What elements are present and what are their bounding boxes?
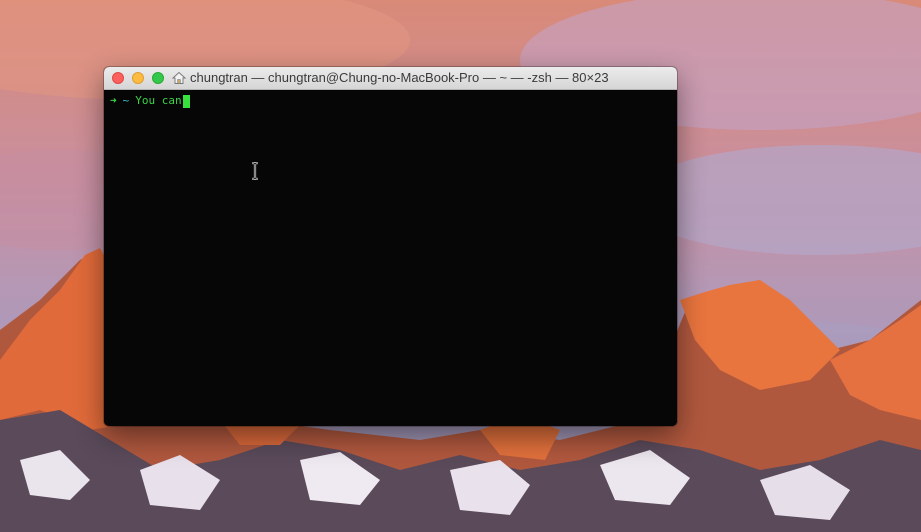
prompt-line: ➜ ~ You can xyxy=(110,94,671,108)
window-title-text: chungtran — chungtran@Chung-no-MacBook-P… xyxy=(190,70,609,85)
minimize-button[interactable] xyxy=(132,72,144,84)
window-title: chungtran — chungtran@Chung-no-MacBook-P… xyxy=(172,70,671,85)
desktop: chungtran — chungtran@Chung-no-MacBook-P… xyxy=(0,0,921,532)
title-bar[interactable]: chungtran — chungtran@Chung-no-MacBook-P… xyxy=(104,67,677,90)
terminal-window[interactable]: chungtran — chungtran@Chung-no-MacBook-P… xyxy=(104,67,677,426)
home-icon xyxy=(172,71,187,85)
zoom-button[interactable] xyxy=(152,72,164,84)
close-button[interactable] xyxy=(112,72,124,84)
typed-command: You can xyxy=(135,94,182,107)
ibeam-cursor-icon xyxy=(252,162,258,180)
window-controls xyxy=(112,72,164,84)
prompt-arrow: ➜ xyxy=(110,94,117,107)
text-cursor xyxy=(182,94,190,108)
prompt-directory: ~ xyxy=(122,94,130,107)
terminal-content[interactable]: ➜ ~ You can xyxy=(104,90,677,426)
